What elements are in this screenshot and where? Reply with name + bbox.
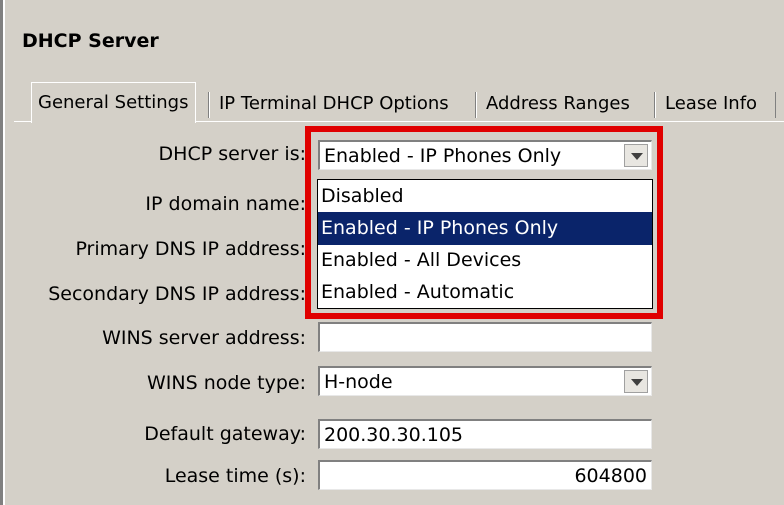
wins-node-label: WINS node type:: [146, 372, 306, 394]
dhcp-server-dropdown-button[interactable]: [624, 144, 648, 167]
wins-server-label: WINS server address:: [102, 327, 306, 349]
tab-separator: [476, 92, 477, 118]
primary-dns-label: Primary DNS IP address:: [75, 238, 306, 260]
tab-ip-terminal-dhcp-options[interactable]: IP Terminal DHCP Options: [219, 87, 449, 121]
dropdown-option-automatic[interactable]: Enabled - Automatic: [318, 276, 652, 309]
gateway-label: Default gateway:: [144, 423, 306, 445]
wins-node-dropdown-button[interactable]: [624, 370, 648, 393]
wins-node-select[interactable]: H-node: [318, 366, 652, 396]
chevron-down-icon: [631, 153, 643, 160]
dropdown-option-disabled[interactable]: Disabled: [318, 180, 652, 213]
dhcp-server-value: Enabled - IP Phones Only: [324, 145, 562, 167]
chevron-down-icon: [631, 379, 643, 386]
wins-node-value: H-node: [324, 371, 393, 393]
ip-domain-label: IP domain name:: [145, 193, 306, 215]
wins-server-input[interactable]: [318, 322, 652, 352]
dhcp-server-label: DHCP server is:: [158, 143, 306, 165]
section-title: DHCP Server: [22, 30, 159, 52]
dropdown-option-all-devices[interactable]: Enabled - All Devices: [318, 244, 652, 277]
tab-address-ranges[interactable]: Address Ranges: [486, 87, 630, 121]
dropdown-option-ip-phones-only[interactable]: Enabled - IP Phones Only: [318, 212, 652, 245]
lease-time-label: Lease time (s):: [164, 465, 306, 487]
lease-time-input[interactable]: 604800: [318, 460, 652, 490]
gateway-input[interactable]: 200.30.30.105: [318, 419, 652, 449]
dhcp-server-dropdown-list: Disabled Enabled - IP Phones Only Enable…: [317, 179, 653, 309]
tab-separator: [655, 92, 656, 118]
tab-lease-info[interactable]: Lease Info: [665, 87, 757, 121]
tab-general-settings[interactable]: General Settings: [31, 82, 196, 123]
dhcp-server-select[interactable]: Enabled - IP Phones Only: [318, 140, 652, 170]
tab-separator: [775, 92, 776, 118]
window-edge-highlight: [3, 0, 5, 505]
tab-separator: [209, 92, 210, 118]
secondary-dns-label: Secondary DNS IP address:: [48, 283, 306, 305]
